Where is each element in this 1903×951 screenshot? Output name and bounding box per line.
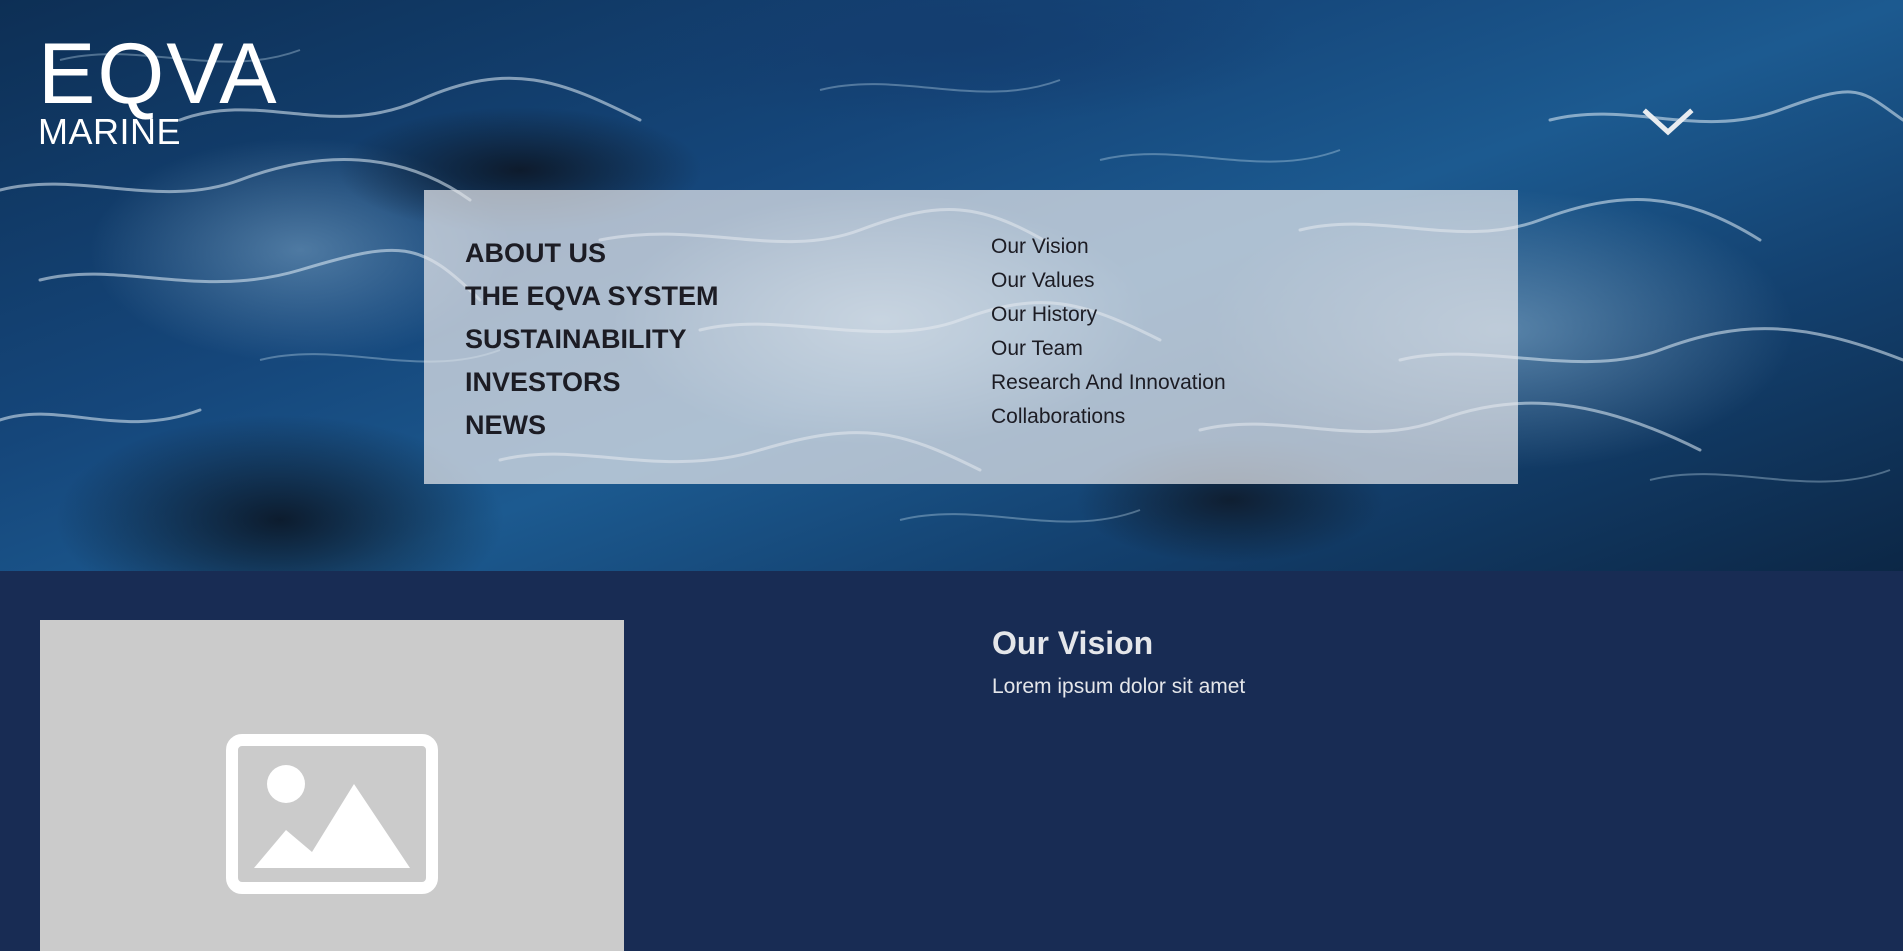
content-section: Our Vision Lorem ipsum dolor sit amet [0, 571, 1903, 951]
image-placeholder [40, 620, 624, 951]
nav-item-investors[interactable]: INVESTORS [465, 361, 719, 404]
subnav-item-our-team[interactable]: Our Team [991, 332, 1226, 366]
section-title: Our Vision [992, 625, 1154, 661]
secondary-nav-list: Our Vision Our Values Our History Our Te… [991, 230, 1226, 434]
image-placeholder-icon [226, 734, 438, 894]
eqva-marine-logo[interactable]: EQVA MARINE [38, 26, 279, 150]
nav-item-news[interactable]: NEWS [465, 404, 719, 447]
nav-item-about-us[interactable]: ABOUT US [465, 232, 719, 275]
subnav-item-our-vision[interactable]: Our Vision [991, 230, 1226, 264]
menu-toggle-button[interactable] [1640, 100, 1696, 140]
section-body-text: Lorem ipsum dolor sit amet [992, 675, 1246, 698]
chevron-down-icon [1642, 108, 1694, 136]
navigation-dropdown-panel: ABOUT US THE EQVA SYSTEM SUSTAINABILITY … [424, 190, 1518, 484]
nav-item-eqva-system[interactable]: THE EQVA SYSTEM [465, 275, 719, 318]
subnav-item-our-history[interactable]: Our History [991, 298, 1226, 332]
logo-wordmark: EQVA [38, 26, 279, 122]
nav-item-sustainability[interactable]: SUSTAINABILITY [465, 318, 719, 361]
subnav-item-research-innovation[interactable]: Research And Innovation [991, 366, 1226, 400]
subnav-item-collaborations[interactable]: Collaborations [991, 400, 1226, 434]
primary-nav-list: ABOUT US THE EQVA SYSTEM SUSTAINABILITY … [465, 232, 719, 447]
subnav-item-our-values[interactable]: Our Values [991, 264, 1226, 298]
